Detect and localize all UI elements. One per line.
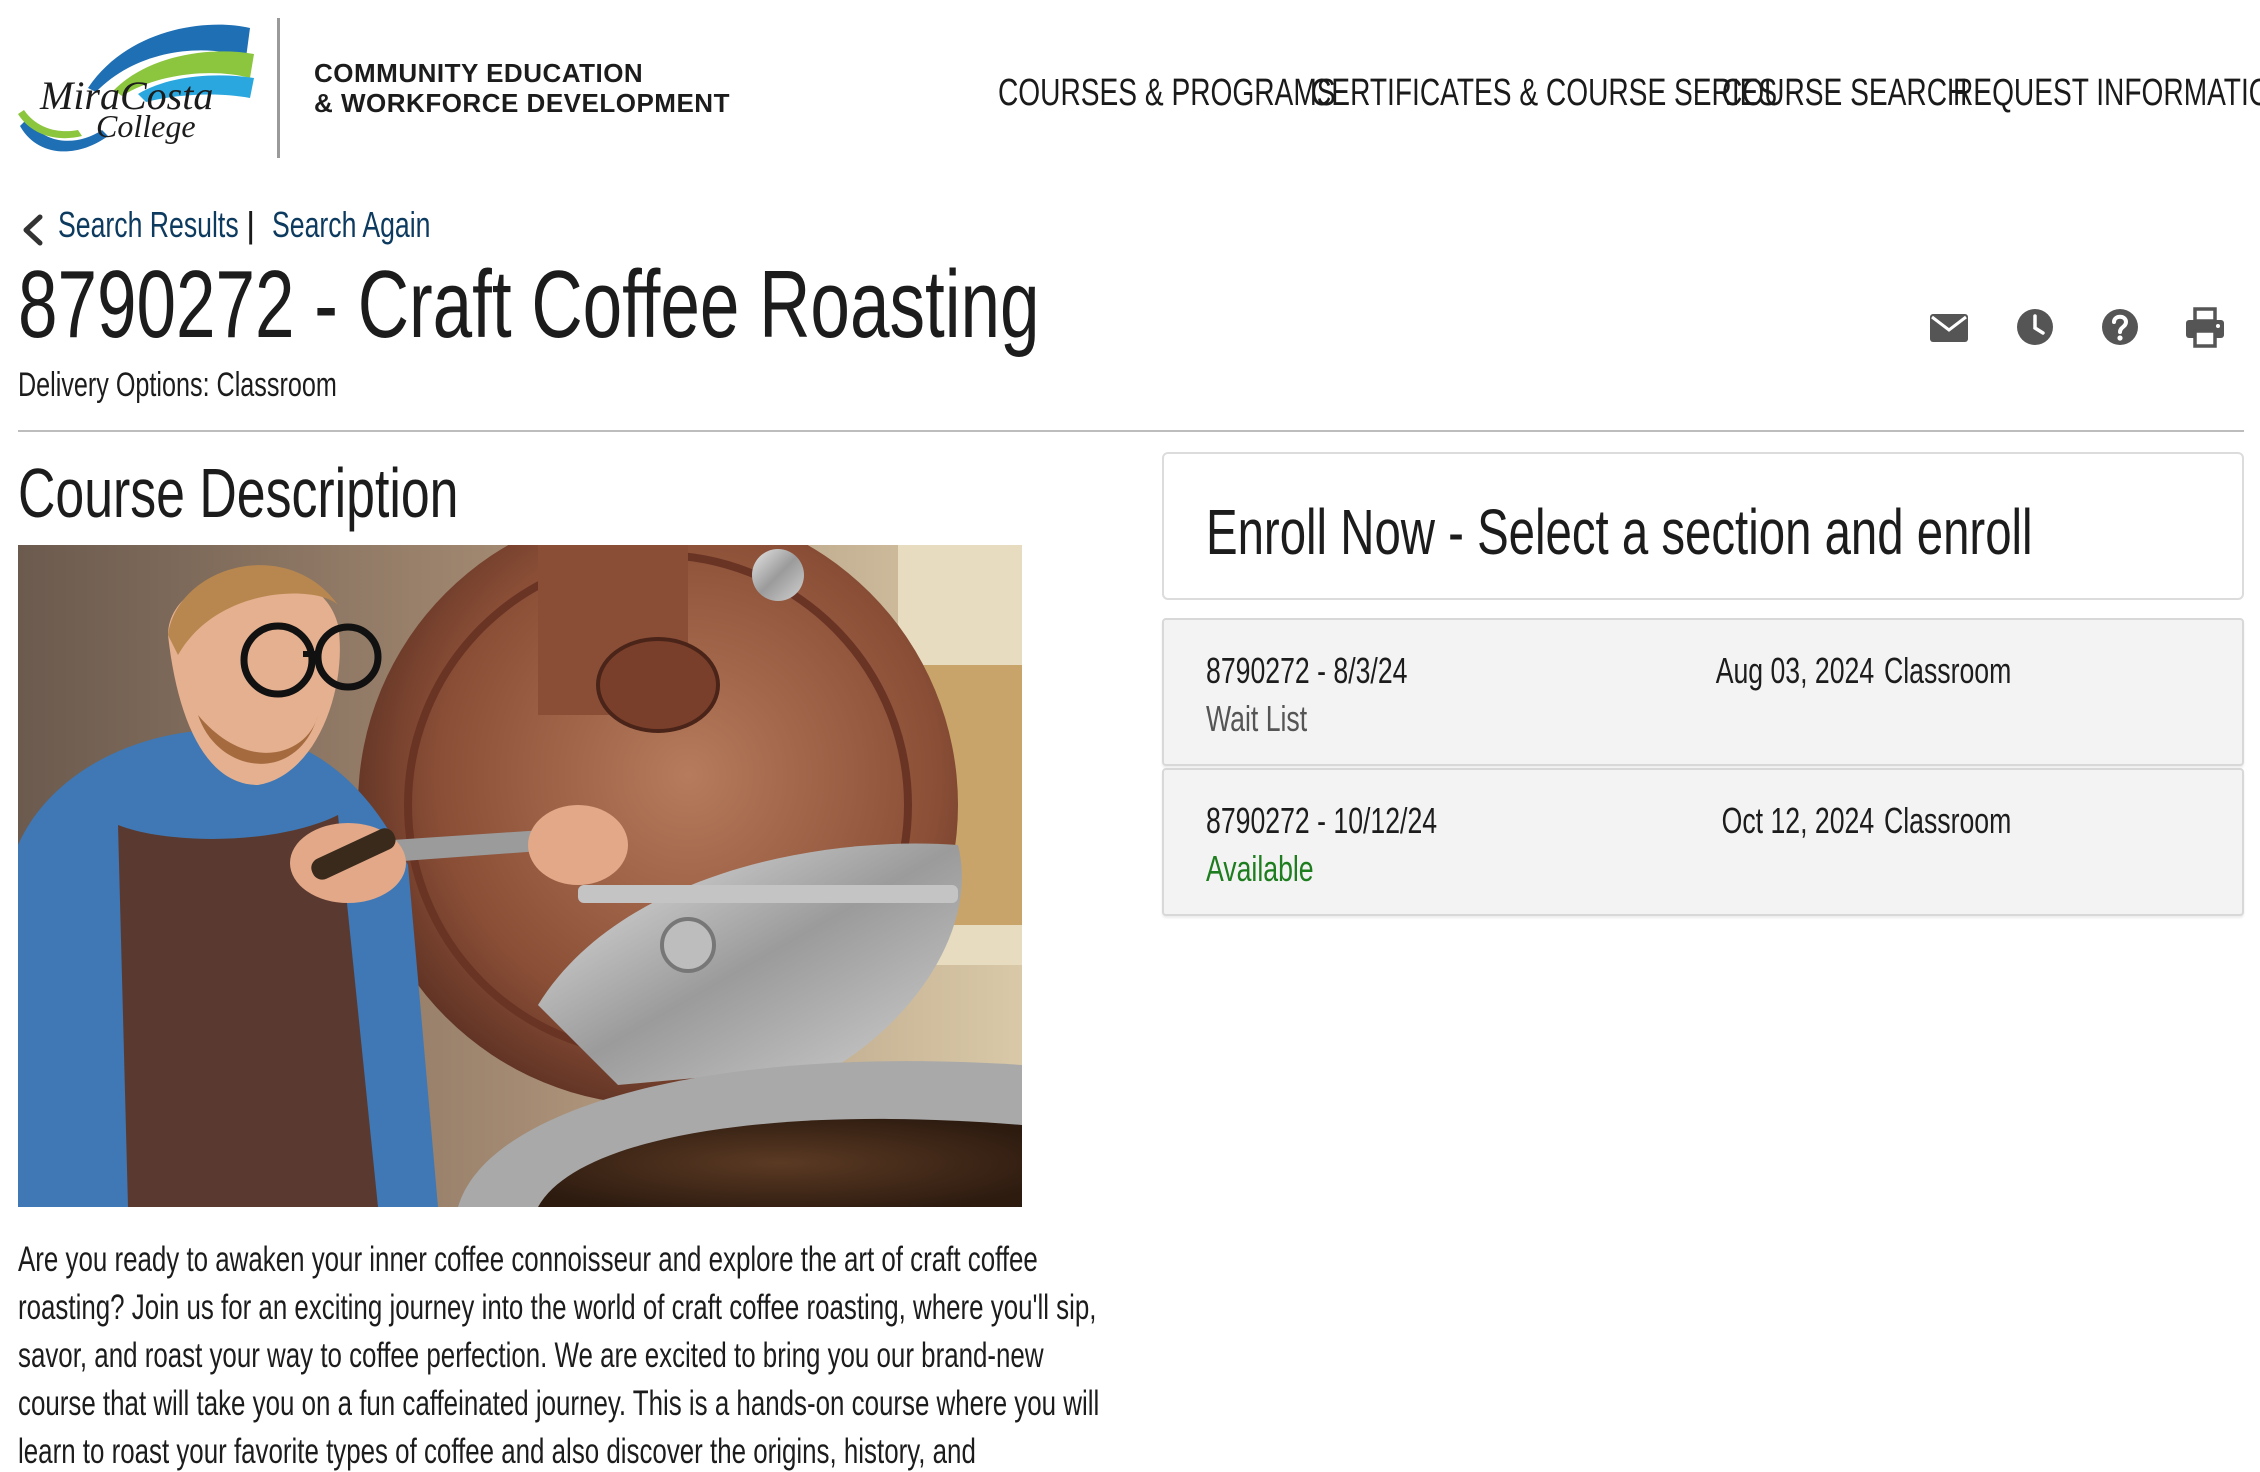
nav-request-information[interactable]: REQUEST INFORMATION xyxy=(1953,72,2260,122)
search-again-link[interactable]: Search Again xyxy=(272,204,486,246)
clock-icon[interactable] xyxy=(2012,304,2058,350)
course-actions xyxy=(1920,304,2224,354)
miracosta-logo[interactable]: MiraCosta College xyxy=(18,18,258,160)
logo-tagline: COMMUNITY EDUCATION & WORKFORCE DEVELOPM… xyxy=(314,58,730,118)
section-row-oct-12[interactable]: 8790272 - 10/12/24 Available Oct 12, 202… xyxy=(1162,768,2244,916)
enroll-heading: Enroll Now - Select a section and enroll xyxy=(1206,496,2033,568)
section-date: Oct 12, 2024 xyxy=(1721,800,1874,841)
email-icon[interactable] xyxy=(1926,304,1972,350)
course-description-heading: Course Description xyxy=(18,454,459,532)
section-delivery-mode: Classroom xyxy=(1884,650,2012,691)
chevron-left-icon[interactable] xyxy=(20,214,46,246)
enroll-panel-header: Enroll Now - Select a section and enroll xyxy=(1162,452,2244,600)
breadcrumb-separator: | xyxy=(246,204,256,245)
section-name: 8790272 - 10/12/24 xyxy=(1206,800,1438,841)
divider xyxy=(18,430,2244,432)
breadcrumb: Search Results | Search Again xyxy=(18,204,478,250)
course-image xyxy=(18,545,1022,1207)
site-header: MiraCosta College COMMUNITY EDUCATION & … xyxy=(0,0,2260,170)
section-name: 8790272 - 8/3/24 xyxy=(1206,650,1408,691)
page-title: 8790272 - Craft Coffee Roasting xyxy=(18,251,1040,358)
section-date: Aug 03, 2024 xyxy=(1715,650,1874,691)
course-description-text: Are you ready to awaken your inner coffe… xyxy=(18,1240,1100,1471)
print-icon[interactable] xyxy=(2182,304,2228,350)
delivery-options: Delivery Options: Classroom xyxy=(18,366,337,404)
help-icon[interactable] xyxy=(2097,304,2143,350)
section-delivery-mode: Classroom xyxy=(1884,800,2012,841)
logo-divider xyxy=(277,18,280,158)
section-status: Available xyxy=(1206,848,1314,889)
section-row-aug-03[interactable]: 8790272 - 8/3/24 Wait List Aug 03, 2024 … xyxy=(1162,618,2244,766)
section-status: Wait List xyxy=(1206,698,1308,739)
search-results-link[interactable]: Search Results xyxy=(58,204,302,246)
coffee-roaster-photo xyxy=(18,545,1022,1207)
